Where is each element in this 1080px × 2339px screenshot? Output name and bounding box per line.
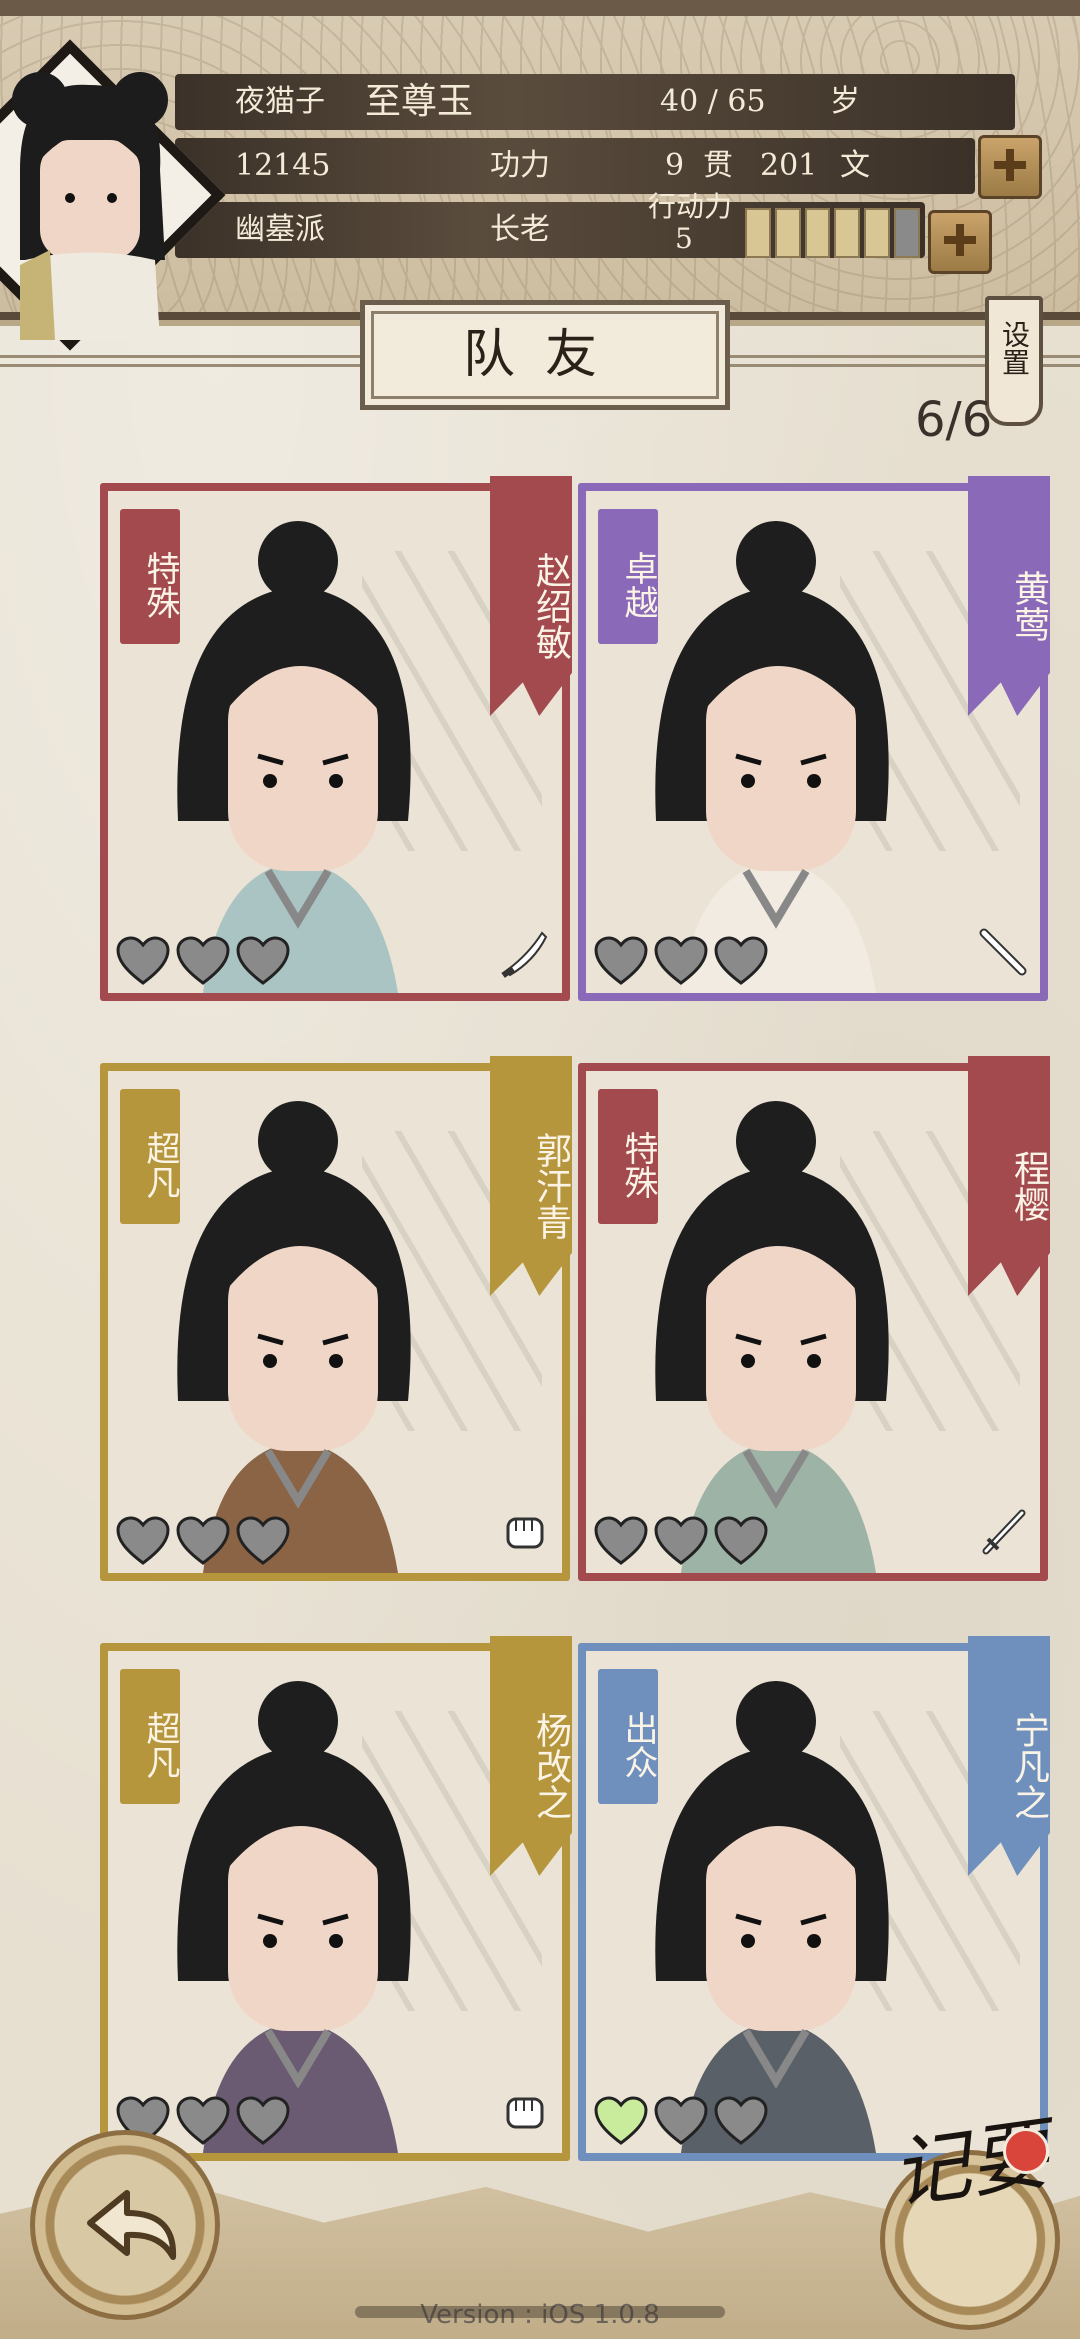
page-title-text: 队友 xyxy=(462,325,627,385)
stamina-segment xyxy=(864,208,891,258)
player-sect: 幽墓派 xyxy=(235,212,325,247)
home-indicator[interactable] xyxy=(355,2306,725,2318)
team-count: 6/6 xyxy=(915,392,993,448)
player-resources-row: 12145 功力 9 贯 201 文 xyxy=(175,138,975,194)
heart-icon xyxy=(236,2096,290,2145)
teammate-card[interactable]: 出众 宁凡之 xyxy=(578,1636,1050,2161)
rank-label: 特殊 xyxy=(140,550,180,619)
status-bar: 夜猫子 至尊玉 40 / 65 岁 12145 功力 9 贯 201 文 幽墓派… xyxy=(0,0,1080,351)
stamina-segment xyxy=(804,208,831,258)
rank-label: 超凡 xyxy=(140,1130,180,1199)
stamina-segment xyxy=(774,208,801,258)
heart-icon xyxy=(654,2096,708,2145)
back-arrow-icon xyxy=(87,2190,177,2260)
action-value: 5 xyxy=(675,222,693,255)
avatar xyxy=(12,72,168,340)
favor-hearts xyxy=(114,1515,292,1567)
sword-icon xyxy=(982,1509,1026,1555)
player-age: 40 / 65 xyxy=(660,84,766,119)
rank-tag: 超凡 xyxy=(120,1089,180,1224)
notification-dot xyxy=(1003,2128,1049,2174)
teammate-name: 宁凡之 xyxy=(1008,1712,1049,1820)
money-wen-unit: 文 xyxy=(840,148,870,183)
name-flag: 宁凡之 xyxy=(968,1636,1050,1876)
add-action-button[interactable] xyxy=(928,210,992,274)
teammate-name: 杨改之 xyxy=(530,1712,571,1820)
power-label: 功力 xyxy=(490,148,550,183)
fist-icon xyxy=(506,2097,544,2129)
heart-icon xyxy=(654,936,708,985)
teammate-card[interactable]: 超凡 杨改之 xyxy=(100,1636,572,2161)
favor-hearts xyxy=(114,935,292,987)
flute-icon xyxy=(979,928,1027,976)
settings-label: 设置 xyxy=(998,320,1031,376)
name-flag: 黄莺 xyxy=(968,476,1050,716)
heart-icon xyxy=(594,1516,648,1565)
teammate-name: 黄莺 xyxy=(1008,570,1049,642)
heart-icon xyxy=(714,936,768,985)
rank-tag: 特殊 xyxy=(598,1089,658,1224)
saber-icon xyxy=(501,931,548,978)
action-label: 行动力 xyxy=(647,190,732,223)
teammate-name: 赵绍敏 xyxy=(530,552,571,660)
money-guan-unit: 贯 xyxy=(703,148,733,183)
rank-label: 出众 xyxy=(618,1710,658,1779)
favor-hearts xyxy=(592,935,770,987)
heart-icon xyxy=(176,1516,230,1565)
favor-hearts xyxy=(592,1515,770,1567)
stamina-segment xyxy=(894,208,920,258)
back-button[interactable] xyxy=(30,2130,220,2320)
teammate-card[interactable]: 特殊 赵绍敏 xyxy=(100,476,572,1001)
teammate-card[interactable]: 卓越 黄莺 xyxy=(578,476,1050,1001)
name-flag: 郭汗青 xyxy=(490,1056,572,1296)
teammate-card[interactable]: 超凡 郭汗青 xyxy=(100,1056,572,1581)
heart-icon xyxy=(176,936,230,985)
power-value: 12145 xyxy=(235,148,331,183)
heart-icon xyxy=(594,936,648,985)
heart-icon xyxy=(236,1516,290,1565)
heart-icon xyxy=(714,2096,768,2145)
top-frame xyxy=(0,0,1080,16)
favor-hearts xyxy=(592,2095,770,2147)
player-identity-row: 夜猫子 至尊玉 40 / 65 岁 xyxy=(175,74,1015,130)
player-title: 夜猫子 xyxy=(235,84,325,119)
name-flag: 程樱 xyxy=(968,1056,1050,1296)
teammate-name: 郭汗青 xyxy=(530,1132,571,1240)
rank-tag: 超凡 xyxy=(120,1669,180,1804)
fist-icon xyxy=(506,1517,544,1549)
teammate-card[interactable]: 特殊 程樱 xyxy=(578,1056,1050,1581)
rank-label: 特殊 xyxy=(618,1130,658,1199)
settings-button[interactable]: 设置 xyxy=(985,296,1043,426)
heart-icon xyxy=(116,936,170,985)
player-age-unit: 岁 xyxy=(830,84,860,119)
heart-icon xyxy=(714,1516,768,1565)
rank-tag: 卓越 xyxy=(598,509,658,644)
add-money-button[interactable] xyxy=(978,135,1042,199)
money-wen: 201 xyxy=(760,148,818,183)
stamina-segment xyxy=(834,208,861,258)
player-name: 至尊玉 xyxy=(365,81,474,122)
stamina-segment xyxy=(745,208,771,258)
rank-label: 卓越 xyxy=(618,550,658,619)
rank-tag: 特殊 xyxy=(120,509,180,644)
name-flag: 赵绍敏 xyxy=(490,476,572,716)
player-rank: 长老 xyxy=(490,212,550,247)
plus-icon xyxy=(944,224,976,256)
player-avatar-frame[interactable] xyxy=(0,39,226,351)
money-guan: 9 xyxy=(665,148,685,183)
heart-icon xyxy=(116,1516,170,1565)
heart-icon xyxy=(654,1516,708,1565)
teammate-name: 程樱 xyxy=(1008,1150,1049,1222)
page-title: 队友 xyxy=(360,300,730,410)
rank-label: 超凡 xyxy=(140,1710,180,1779)
name-flag: 杨改之 xyxy=(490,1636,572,1876)
plus-icon xyxy=(994,149,1026,181)
heart-icon xyxy=(594,2096,648,2145)
rank-tag: 出众 xyxy=(598,1669,658,1804)
heart-icon xyxy=(236,936,290,985)
stamina-bar xyxy=(745,208,920,258)
